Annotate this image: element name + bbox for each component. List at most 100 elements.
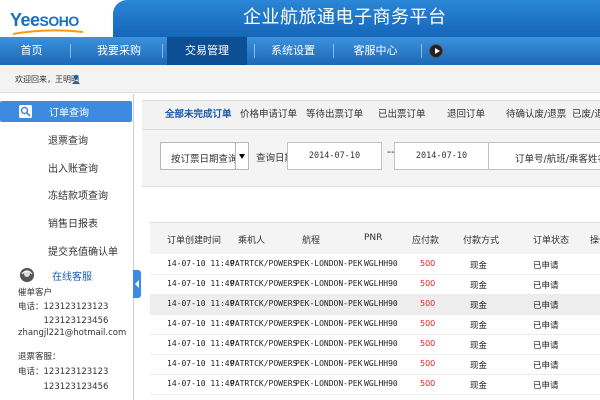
cell-amount: 500: [420, 259, 436, 268]
cell-pnr: WGLHH90: [364, 279, 398, 288]
cell-status: 已申请: [533, 281, 559, 291]
logo-text-soho: SOHO: [39, 13, 80, 29]
cell-pnr: WGLHH90: [364, 259, 398, 268]
tab-refunded[interactable]: 已废/退票: [572, 101, 600, 129]
cell-route: PEK-LONDON-PEK: [295, 259, 363, 268]
nav-separator: [333, 44, 334, 58]
table-row[interactable]: 14-07-10 11:49 PATRTCK/POWERS PEK-LONDON-P…: [150, 355, 600, 375]
banner-title: 企业航旅通电子商务平台: [243, 7, 447, 28]
date-from-value: 2014-07-10: [308, 151, 361, 161]
sidebar-item-order-query[interactable]: 订单查询: [0, 101, 132, 122]
query-type-dropdown[interactable]: [235, 142, 249, 170]
cell-payment: 现金: [470, 301, 488, 311]
app-header: YeeSOHO 企业航旅通电子商务平台: [0, 0, 600, 37]
tab-ticketed[interactable]: 已出票订单: [378, 101, 426, 129]
table-row[interactable]: 14-07-10 11:49 PATRTCK/POWERS PEK-LONDON-P…: [150, 295, 600, 315]
nav-separator: [70, 44, 71, 58]
column-header-status[interactable]: 订单状态: [533, 233, 569, 246]
cell-payment: 现金: [470, 321, 488, 331]
cell-amount: 500: [420, 279, 436, 288]
cell-created: 14-07-10 11:49: [167, 339, 235, 348]
sidebar-item-frozen-funds[interactable]: 冻结款项查询: [48, 187, 108, 202]
cell-passenger: PATRTCK/POWERS: [230, 379, 298, 388]
sidebar-collapse-button[interactable]: [133, 270, 141, 298]
table-row[interactable]: 14-07-10 11:49 PATRTCK/POWERS PEK-LONDON-P…: [150, 375, 600, 395]
nav-item-trade-management[interactable]: 交易管理: [167, 37, 247, 65]
cell-status: 已申请: [533, 341, 559, 351]
cell-passenger: PATRTCK/POWERS: [230, 279, 298, 288]
column-header-route[interactable]: 航程: [302, 233, 320, 246]
table-row[interactable]: 14-07-10 11:49 PATRTCK/POWERS PEK-LONDON-P…: [150, 275, 600, 295]
cell-amount: 500: [420, 339, 436, 348]
cell-pnr: WGLHH90: [364, 359, 398, 368]
chevron-down-icon: [235, 143, 248, 169]
online-service-label: 在线客服: [52, 272, 92, 283]
cell-status: 已申请: [533, 321, 559, 331]
cell-payment: 现金: [470, 341, 488, 351]
cell-amount: 500: [420, 379, 436, 388]
contact-line: 电话：123123123123: [18, 367, 109, 377]
sidebar-header-label: 订单查询: [49, 108, 89, 119]
logo-text-yee: Yee: [10, 10, 40, 30]
nav-item-customer-service[interactable]: 客服中心: [338, 37, 413, 65]
sidebar-item-refund-query[interactable]: 退票查询: [48, 132, 88, 147]
cell-created: 14-07-10 11:49: [167, 299, 235, 308]
date-from-input[interactable]: 2014-07-10: [287, 142, 382, 170]
cell-pnr: WGLHH90: [364, 379, 398, 388]
main-content: 全部未完成订单 价格申请订单 等待出票订单 已出票订单 退回订单 待确认废/退票…: [142, 94, 600, 400]
tab-returned[interactable]: 退回订单: [447, 101, 485, 129]
column-header-amount[interactable]: 应付款: [412, 233, 439, 246]
search-input[interactable]: 订单号/航班/乘客姓名: [488, 142, 600, 170]
cell-payment: 现金: [470, 381, 488, 391]
tab-waiting-ticket[interactable]: 等待出票订单: [306, 101, 363, 129]
sidebar: 订单查询 退票查询 出入账查询 冻结款项查询 销售日报表 提交充值确认单 在线客…: [0, 94, 134, 400]
column-header-pnr[interactable]: PNR: [364, 233, 382, 243]
tab-price-request[interactable]: 价格申请订单: [240, 101, 297, 129]
cell-pnr: WGLHH90: [364, 319, 398, 328]
brand-logo[interactable]: YeeSOHO: [10, 9, 79, 31]
date-to-value: 2014-07-10: [415, 151, 468, 161]
order-tabs: 全部未完成订单 价格申请订单 等待出票订单 已出票订单 退回订单 待确认废/退票…: [142, 100, 600, 130]
sidebar-item-daily-report[interactable]: 销售日报表: [48, 215, 98, 230]
query-type-value: 按订票日期查询: [171, 154, 238, 165]
column-header-created[interactable]: 订单创建时间: [167, 233, 221, 246]
sidebar-item-recharge-confirm[interactable]: 提交充值确认单: [48, 243, 118, 258]
sidebar-item-account-flow[interactable]: 出入账查询: [48, 160, 98, 175]
contact-email[interactable]: zhangjl221@hotmail.com: [18, 328, 126, 338]
orders-table: 订单创建时间 乘机人 航程 PNR 应付款 付款方式 订单状态 操作 14-07…: [150, 222, 600, 400]
column-header-passenger[interactable]: 乘机人: [238, 233, 265, 246]
cell-created: 14-07-10 11:49: [167, 259, 235, 268]
nav-item-settings[interactable]: 系统设置: [259, 37, 327, 65]
tab-all-unfinished[interactable]: 全部未完成订单: [165, 101, 232, 129]
nav-item-purchase[interactable]: 我要采购: [84, 37, 154, 65]
cell-created: 14-07-10 11:49: [167, 319, 235, 328]
contact-line: 退票客服：: [18, 352, 61, 362]
table-row[interactable]: 14-07-10 11:49 PATRTCK/POWERS PEK-LONDON-P…: [150, 255, 600, 275]
column-header-payment[interactable]: 付款方式: [463, 233, 499, 246]
cell-pnr: WGLHH90: [364, 339, 398, 348]
date-to-input[interactable]: 2014-07-10: [394, 142, 489, 170]
cell-created: 14-07-10 11:49: [167, 279, 235, 288]
user-icon: [72, 74, 80, 84]
column-header-action[interactable]: 操作: [590, 233, 600, 246]
cell-passenger: PATRTCK/POWERS: [230, 319, 298, 328]
nav-item-home[interactable]: 首页: [0, 37, 63, 65]
online-service-header[interactable]: 在线客服: [10, 266, 130, 284]
logo-swoosh-icon: [13, 29, 83, 35]
tab-pending-refund[interactable]: 待确认废/退票: [506, 101, 566, 129]
cell-status: 已申请: [533, 361, 559, 371]
nav-separator: [254, 44, 255, 58]
cell-route: PEK-LONDON-PEK: [295, 359, 363, 368]
play-icon[interactable]: [429, 44, 443, 58]
table-row[interactable]: 14-07-10 11:49 PATRTCK/POWERS PEK-LONDON-P…: [150, 335, 600, 355]
contact-line: 电话：123123123123: [18, 302, 109, 312]
table-header: 订单创建时间 乘机人 航程 PNR 应付款 付款方式 订单状态 操作: [150, 222, 600, 254]
filter-bar: 按订票日期查询 查询日期 2014-07-10 -- 2014-07-10 订单…: [142, 130, 600, 187]
cell-route: PEK-LONDON-PEK: [295, 319, 363, 328]
welcome-text: 欢迎回来，王明明: [15, 75, 79, 84]
cell-passenger: PATRTCK/POWERS: [230, 259, 298, 268]
cell-created: 14-07-10 11:49: [167, 379, 235, 388]
table-row[interactable]: 14-07-10 11:49 PATRTCK/POWERS PEK-LONDON-P…: [150, 315, 600, 335]
headset-icon: [20, 268, 34, 282]
cell-pnr: WGLHH90: [364, 299, 398, 308]
